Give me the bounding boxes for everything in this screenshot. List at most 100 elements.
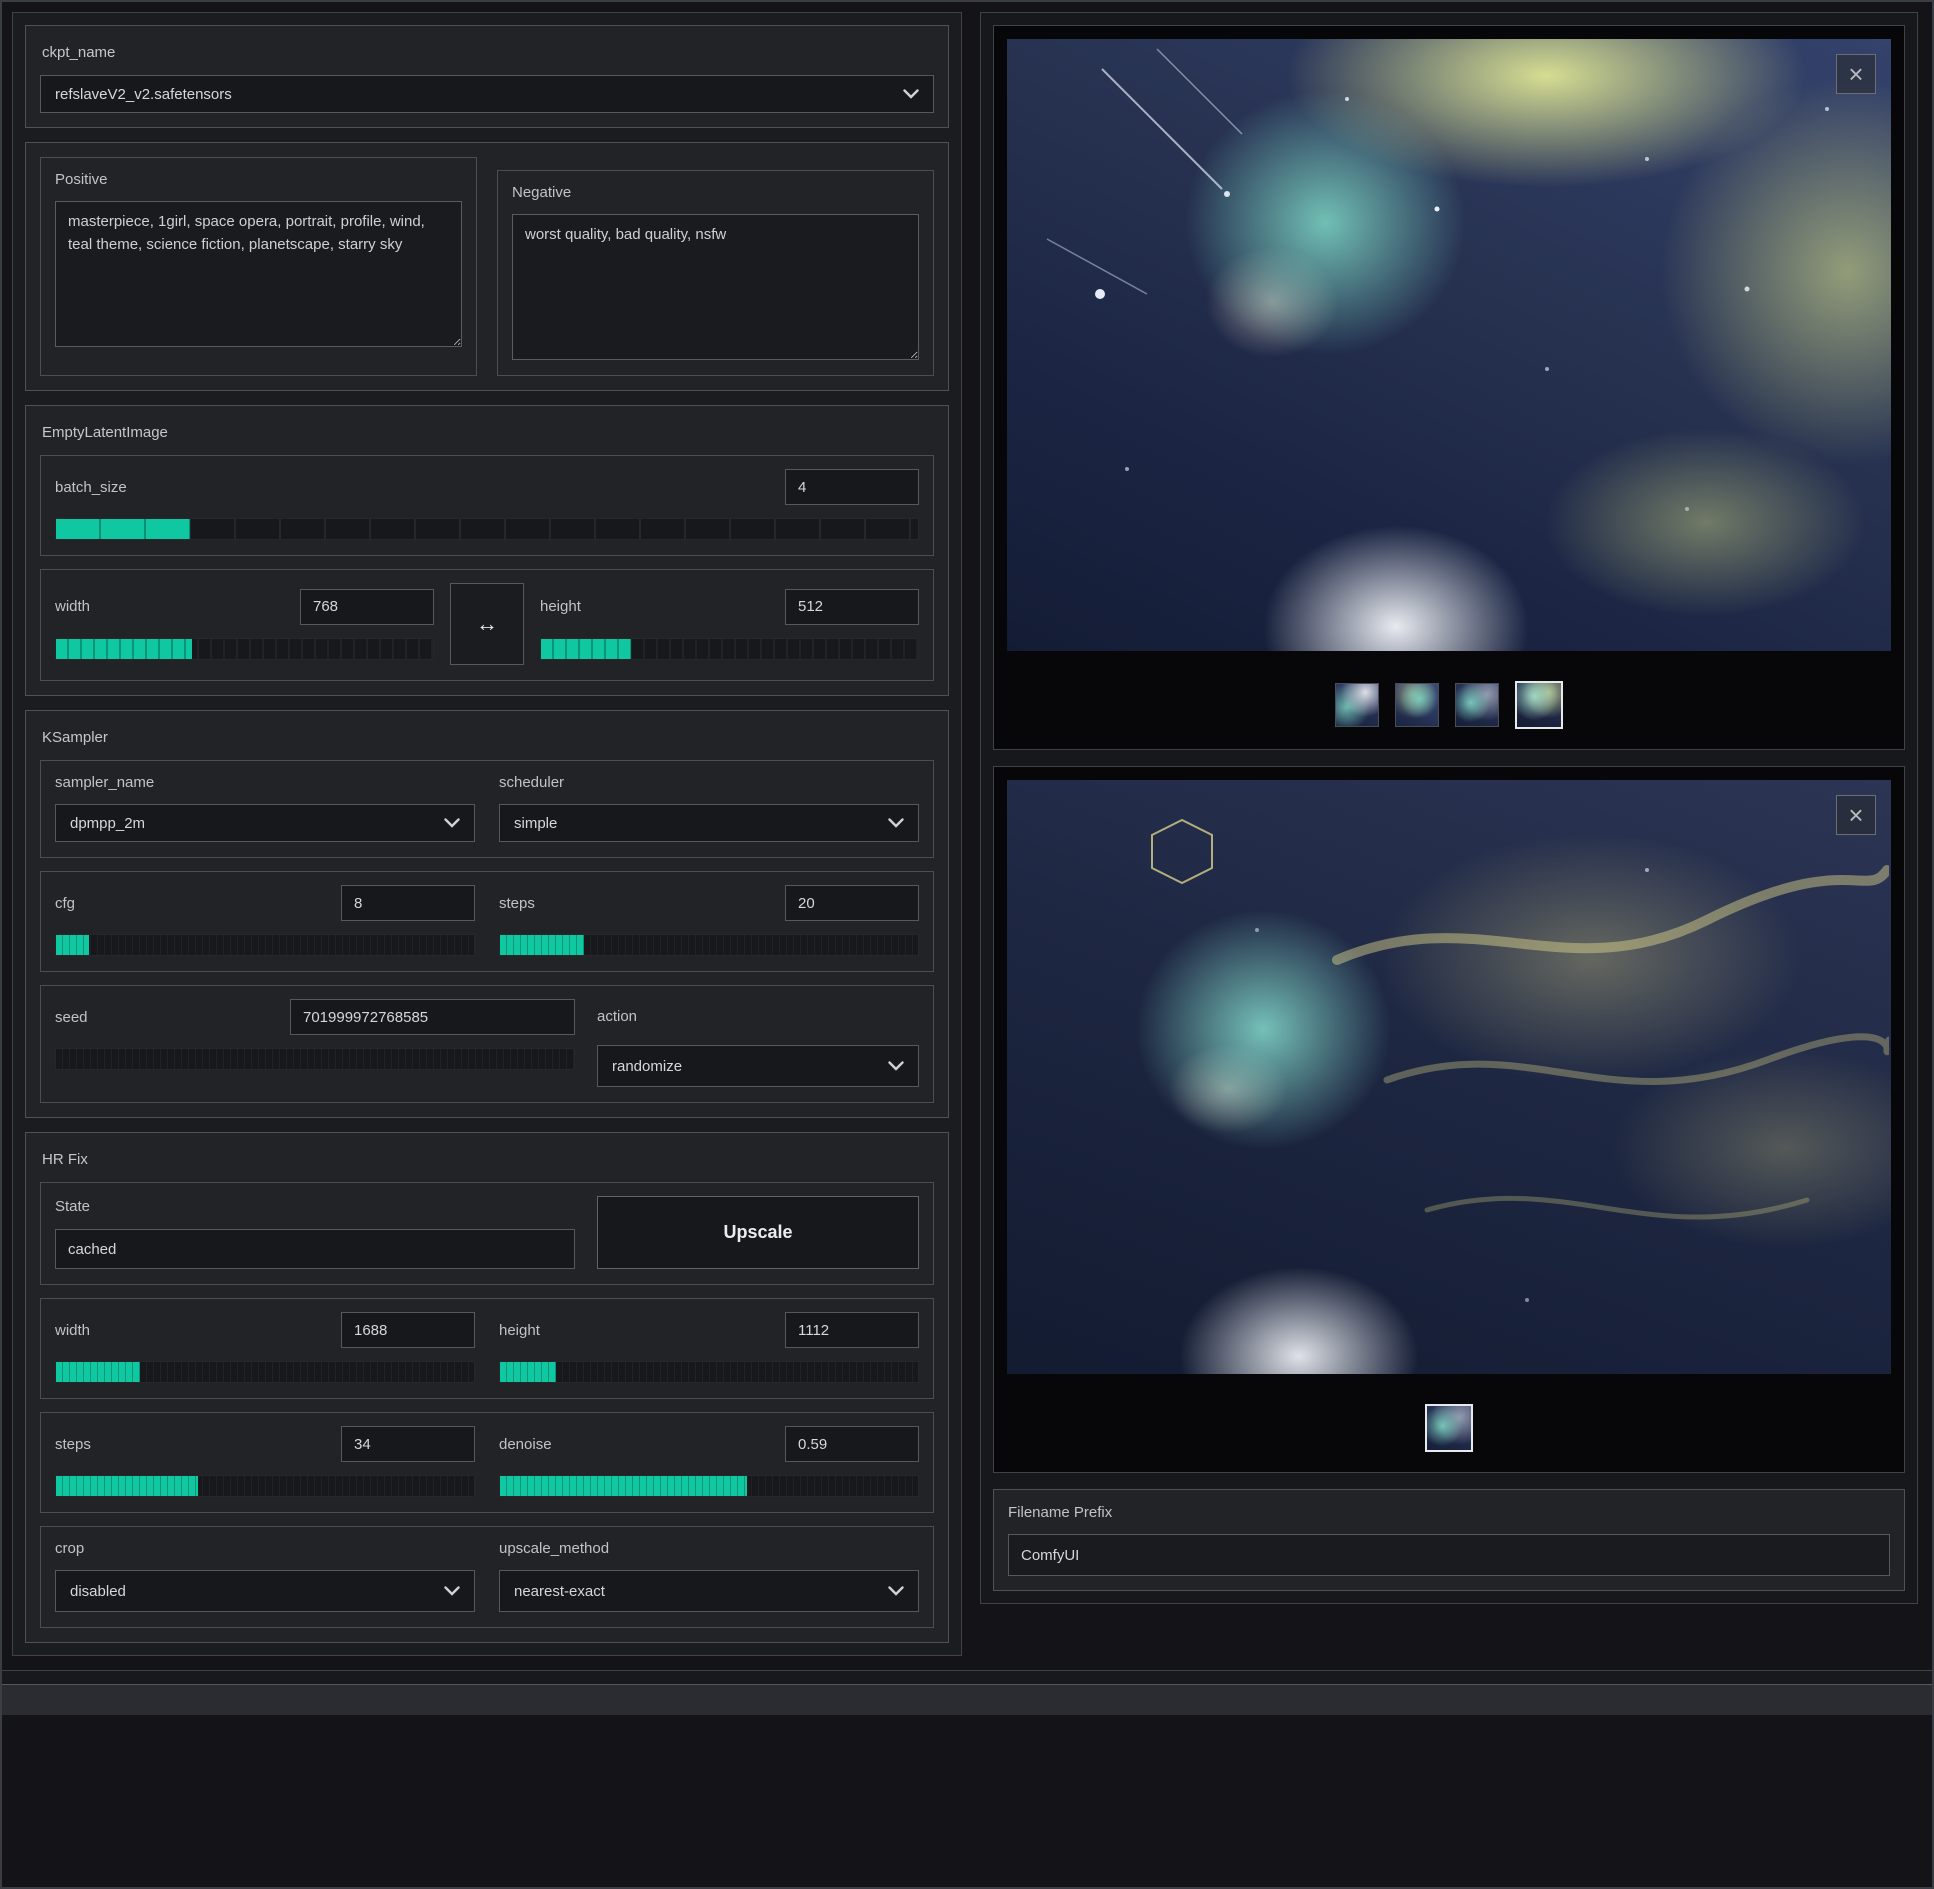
checkpoint-select[interactable]: refslaveV2_v2.safetensors [40,75,934,113]
chevron-down-icon [888,1586,904,1596]
denoise-label: denoise [499,1436,552,1453]
state-half: State [55,1196,575,1269]
prompts-row: Positive masterpiece, 1girl, space opera… [40,157,934,376]
filename-prefix-panel: Filename Prefix [993,1489,1905,1591]
thumbnail-row [1007,681,1891,729]
steps-slider[interactable] [499,934,919,956]
seed-slider[interactable] [55,1048,575,1070]
crop-select[interactable]: disabled [55,1570,475,1612]
thumbnail-1-selected[interactable] [1425,1404,1473,1452]
latent-width-label: width [55,598,90,615]
positive-prompt-input[interactable]: masterpiece, 1girl, space opera, portrai… [55,201,462,347]
hr-steps-label: steps [55,1436,91,1453]
hr-width-slider[interactable] [55,1361,475,1383]
cfg-slider[interactable] [55,934,475,956]
chevron-down-icon [903,89,919,99]
batch-size-box: batch_size [40,455,934,556]
preview-panel-top: × [993,25,1905,750]
upscale-method-select[interactable]: nearest-exact [499,1570,919,1612]
action-select[interactable]: randomize [597,1045,919,1087]
latent-height-slider-fill [541,639,631,659]
scheduler-half: scheduler simple [499,774,919,842]
latent-height-label: height [540,598,581,615]
thumbnail-4-selected[interactable] [1515,681,1563,729]
filename-prefix-input[interactable] [1008,1534,1890,1576]
steps-half: steps [499,885,919,956]
hr-steps-slider[interactable] [55,1475,475,1497]
latent-width-slider[interactable] [55,638,434,660]
denoise-input[interactable] [785,1426,919,1462]
footer-strip-light [2,1684,1932,1715]
latent-width-input[interactable] [300,589,434,625]
hr-steps-denoise-box: steps denoise [40,1412,934,1513]
checkpoint-value: refslaveV2_v2.safetensors [55,86,232,103]
seed-input[interactable] [290,999,575,1035]
batch-size-slider[interactable] [55,518,919,540]
upscale-method-label: upscale_method [499,1540,919,1557]
hr-size-box: width height [40,1298,934,1399]
hr-height-input[interactable] [785,1312,919,1348]
gold-streak-decoration [1007,780,1889,1374]
checkpoint-label: ckpt_name [42,44,932,61]
thumbnail-3[interactable] [1455,683,1499,727]
negative-prompt-input[interactable]: worst quality, bad quality, nsfw [512,214,919,360]
chevron-down-icon [444,1586,460,1596]
crop-label: crop [55,1540,475,1557]
batch-size-input[interactable] [785,469,919,505]
hr-width-half: width [55,1312,475,1383]
starfield-decoration [1007,39,1889,651]
sampler-name-select[interactable]: dpmpp_2m [55,804,475,842]
settings-column: ckpt_name refslaveV2_v2.safetensors Posi… [12,12,962,1656]
empty-latent-image-group: EmptyLatentImage batch_size width [25,405,949,696]
chevron-down-icon [888,818,904,828]
hr-height-slider[interactable] [499,1361,919,1383]
crop-half: crop disabled [55,1540,475,1612]
scheduler-select[interactable]: simple [499,804,919,842]
hr-height-slider-fill [500,1362,556,1382]
preview-column: × [980,12,1918,1604]
upscale-button[interactable]: Upscale [597,1196,919,1269]
state-input[interactable] [55,1229,575,1269]
thumbnail-2[interactable] [1395,683,1439,727]
action-label: action [597,999,919,1035]
preview-panel-bottom: × [993,766,1905,1473]
chevron-down-icon [888,1061,904,1071]
hr-steps-half: steps [55,1426,475,1497]
latent-height-input[interactable] [785,589,919,625]
seed-label: seed [55,1009,88,1026]
action-value: randomize [612,1058,682,1075]
close-icon[interactable]: × [1836,795,1876,835]
hr-width-input[interactable] [341,1312,475,1348]
thumbnail-1[interactable] [1335,683,1379,727]
latent-height-slider[interactable] [540,638,919,660]
main-columns: ckpt_name refslaveV2_v2.safetensors Posi… [2,2,1932,1666]
seed-half: seed [55,999,575,1087]
sampler-name-value: dpmpp_2m [70,815,145,832]
seed-action-box: seed action randomize [40,985,934,1103]
hr-height-label: height [499,1322,540,1339]
close-icon[interactable]: × [1836,54,1876,94]
chevron-down-icon [444,818,460,828]
steps-input[interactable] [785,885,919,921]
negative-label: Negative [512,184,919,201]
ksampler-group: KSampler sampler_name dpmpp_2m scheduler [25,710,949,1118]
cfg-input[interactable] [341,885,475,921]
scheduler-label: scheduler [499,774,919,791]
swap-dimensions-button[interactable]: ↔ [450,583,524,665]
cfg-label: cfg [55,895,75,912]
empty-latent-image-title: EmptyLatentImage [42,424,932,441]
hr-fix-group: HR Fix State Upscale [25,1132,949,1643]
latent-width-half: width [55,589,434,660]
hr-steps-input[interactable] [341,1426,475,1462]
footer-strip-dark [2,1670,1932,1684]
cfg-slider-fill [56,935,89,955]
steps-label: steps [499,895,535,912]
prompts-group: Positive masterpiece, 1girl, space opera… [25,142,949,391]
hr-width-slider-fill [56,1362,140,1382]
sampler-half: sampler_name dpmpp_2m [55,774,475,842]
batch-size-label: batch_size [55,479,127,496]
denoise-slider[interactable] [499,1475,919,1497]
cfg-steps-box: cfg steps [40,871,934,972]
preview-image-top [1007,39,1891,651]
upscale-method-half: upscale_method nearest-exact [499,1540,919,1612]
